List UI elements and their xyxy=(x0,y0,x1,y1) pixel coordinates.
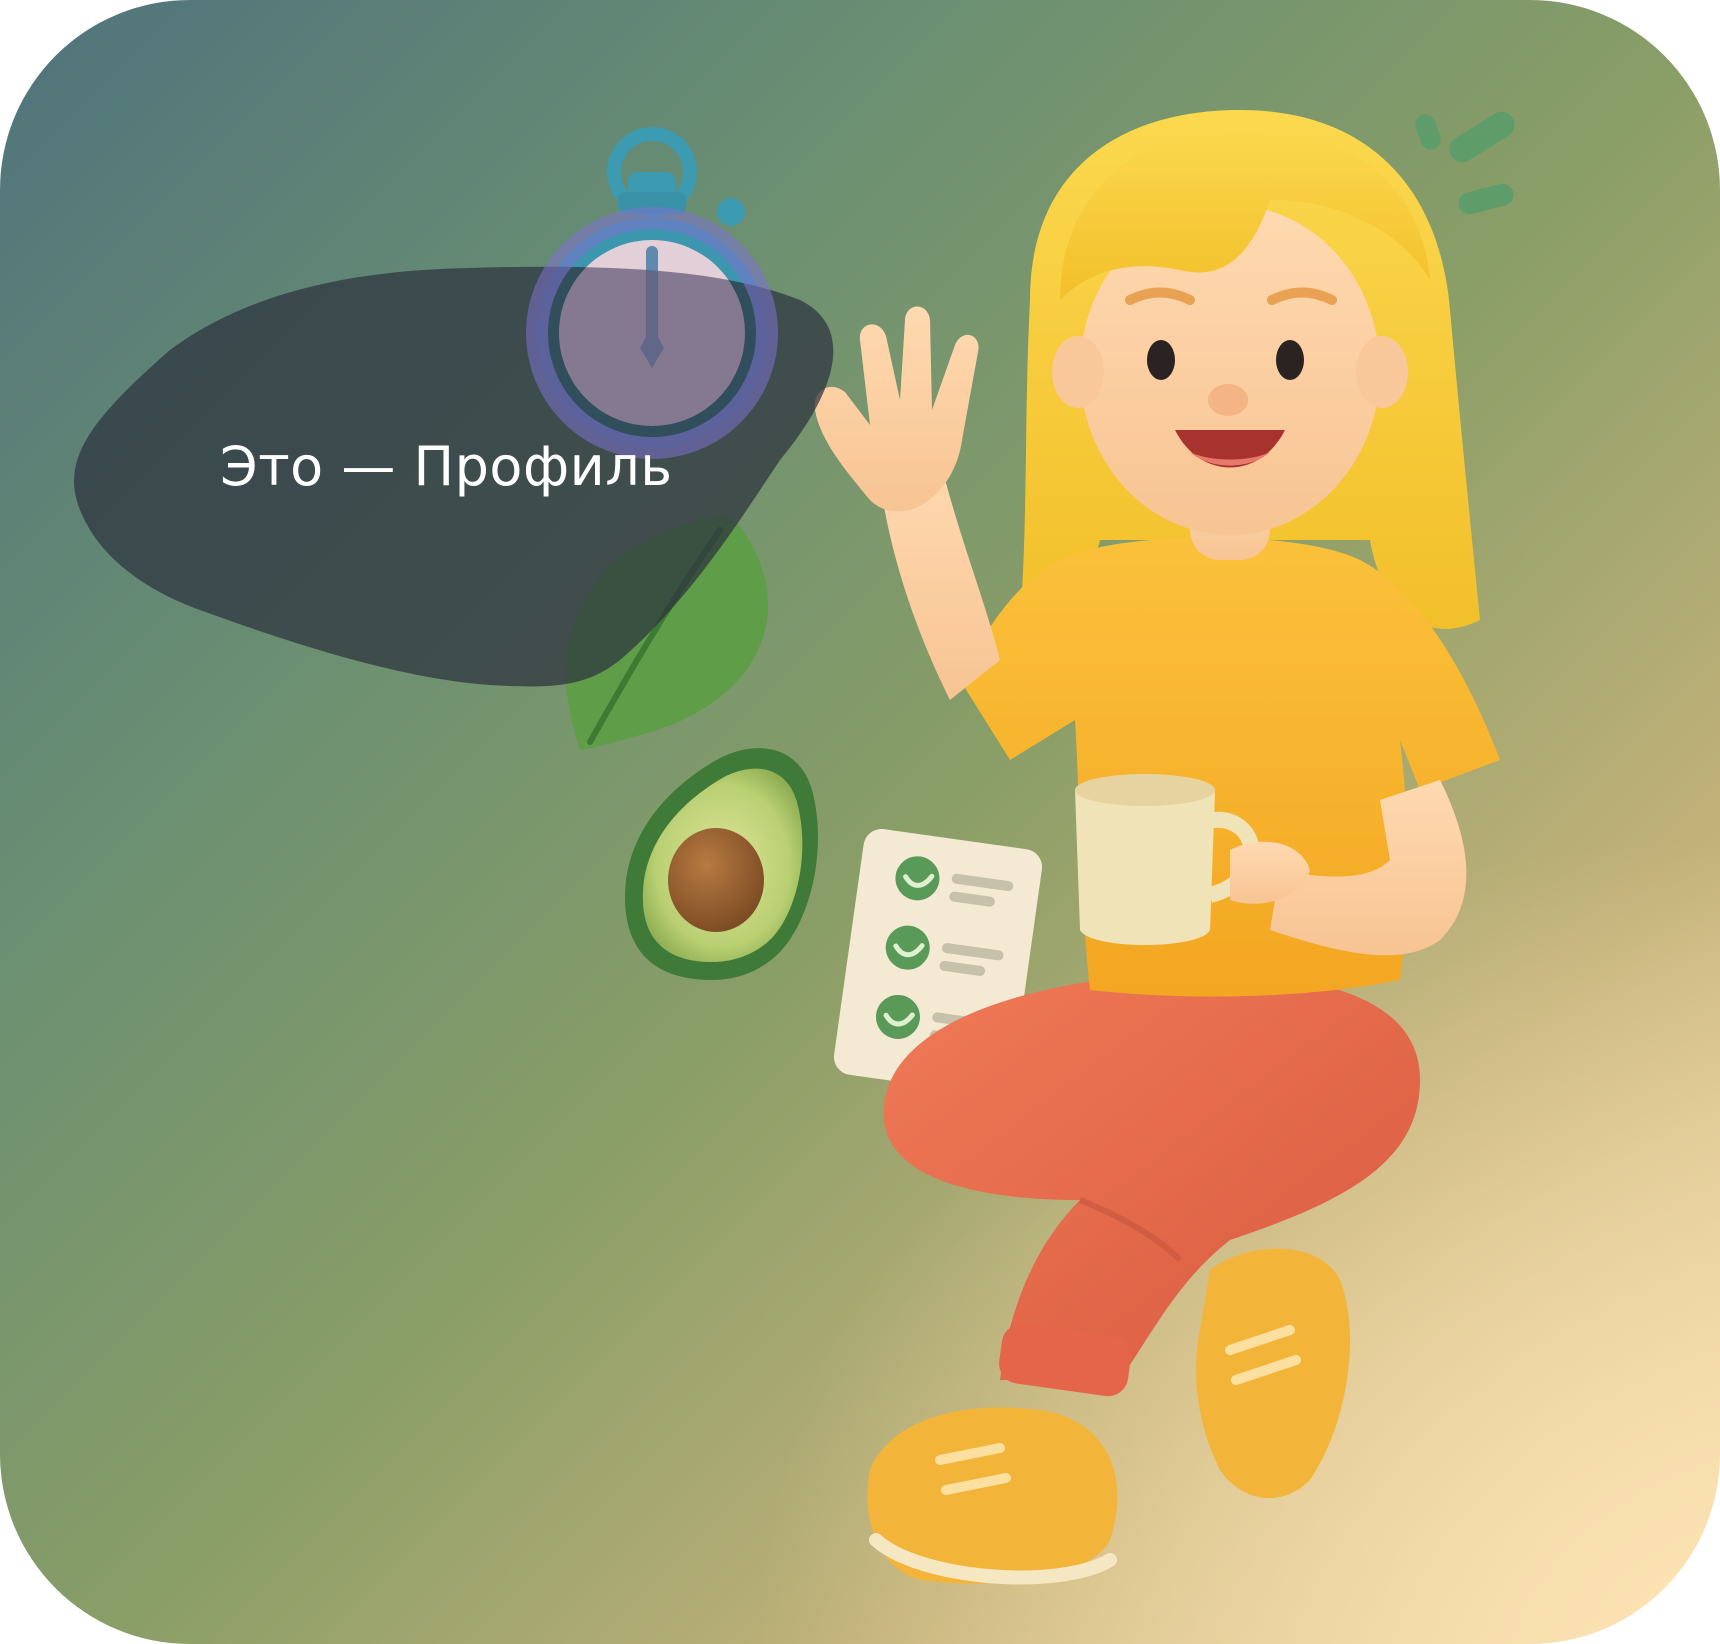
leaf-icon xyxy=(566,515,769,750)
stopwatch-icon xyxy=(537,127,767,448)
onboarding-illustration xyxy=(537,110,1515,1585)
character-waving-arm xyxy=(814,306,1000,700)
onboarding-card: Это — Профиль xyxy=(0,0,1720,1644)
sparkle-icon xyxy=(1415,111,1515,215)
avocado-icon xyxy=(624,748,818,980)
